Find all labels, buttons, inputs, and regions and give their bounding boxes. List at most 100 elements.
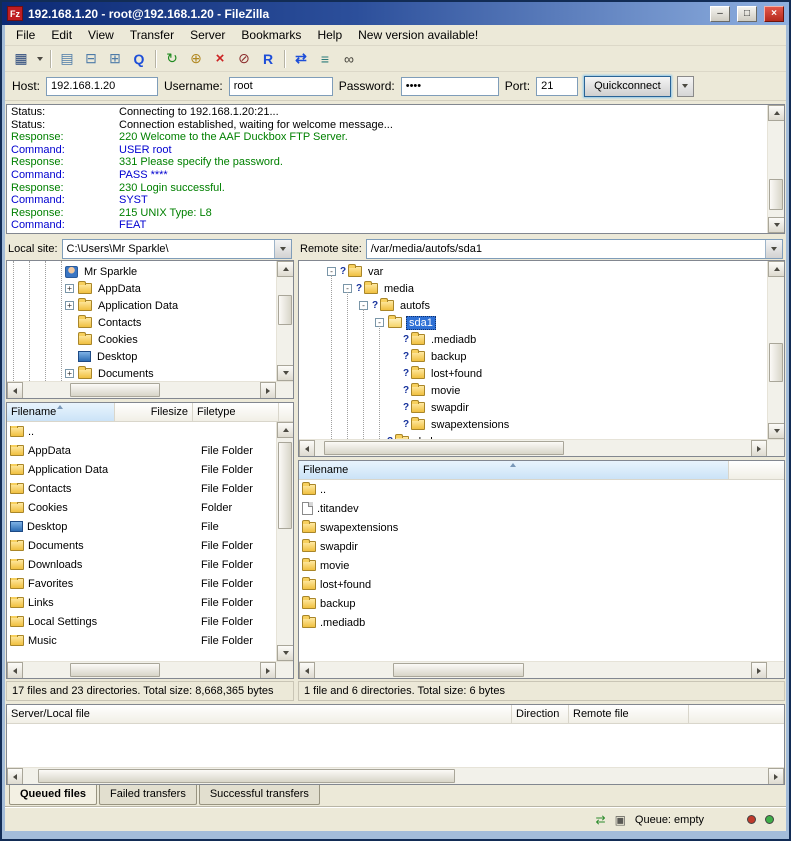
remote-list-horizontal-scrollbar[interactable]	[299, 661, 784, 678]
scroll-thumb[interactable]	[278, 442, 292, 529]
process-queue-button[interactable]: ⊕	[184, 48, 208, 70]
column-header-remote-file[interactable]: Remote file	[569, 705, 689, 724]
remote-tree-view[interactable]: -?var -?media -?autofs -sda1 ?.mediadb ?…	[299, 261, 767, 439]
close-button[interactable]: ×	[764, 6, 784, 22]
quickconnect-button[interactable]: Quickconnect	[584, 76, 671, 97]
find-files-button[interactable]: ∞	[337, 48, 361, 70]
expander-icon[interactable]: +	[65, 369, 74, 378]
remote-tree-horizontal-scrollbar[interactable]	[299, 439, 784, 456]
log-vertical-scrollbar[interactable]	[767, 105, 784, 233]
scroll-track[interactable]	[23, 768, 768, 784]
remote-tree-vertical-scrollbar[interactable]	[767, 261, 784, 439]
scroll-down-button[interactable]	[768, 423, 784, 439]
file-row-documents[interactable]: DocumentsFile Folder	[7, 536, 276, 555]
scroll-track[interactable]	[315, 440, 751, 456]
file-row-contacts[interactable]: ContactsFile Folder	[7, 479, 276, 498]
tree-item-sda1[interactable]: -sda1	[299, 314, 767, 331]
scroll-thumb[interactable]	[393, 663, 524, 677]
local-list-vertical-scrollbar[interactable]	[276, 422, 293, 661]
column-header-filesize[interactable]: Filesize	[115, 403, 193, 422]
site-manager-dropdown-button[interactable]	[33, 48, 46, 70]
file-row-favorites[interactable]: FavoritesFile Folder	[7, 574, 276, 593]
tree-item-mediadb[interactable]: ?.mediadb	[299, 331, 767, 348]
scroll-up-button[interactable]	[768, 261, 784, 277]
column-header-filetype[interactable]: Filetype	[193, 403, 279, 422]
quickconnect-dropdown-button[interactable]	[677, 76, 694, 97]
file-row-cookies[interactable]: CookiesFolder	[7, 498, 276, 517]
column-header-direction[interactable]: Direction	[512, 705, 569, 724]
file-row-music[interactable]: MusicFile Folder	[7, 631, 276, 650]
toggle-remote-tree-button[interactable]: ⊞	[103, 48, 127, 70]
scroll-track[interactable]	[768, 121, 784, 217]
tree-item-dvd[interactable]: ?dvd	[299, 433, 767, 439]
menu-edit[interactable]: Edit	[43, 25, 80, 45]
tab-successful-transfers[interactable]: Successful transfers	[199, 785, 320, 805]
local-tree-view[interactable]: Mr Sparkle +AppData +Application Data Co…	[7, 261, 276, 381]
tree-item-appdata[interactable]: +AppData	[7, 280, 276, 297]
queue-body[interactable]	[7, 724, 784, 767]
local-list-horizontal-scrollbar[interactable]	[7, 661, 293, 678]
tree-item-mr-sparkle[interactable]: Mr Sparkle	[7, 263, 276, 280]
file-row-updir[interactable]: ..	[7, 422, 276, 441]
menu-new-version[interactable]: New version available!	[350, 25, 486, 45]
local-tree-vertical-scrollbar[interactable]	[276, 261, 293, 381]
file-row-appdata[interactable]: AppDataFile Folder	[7, 441, 276, 460]
column-header-server-local-file[interactable]: Server/Local file	[7, 705, 512, 724]
local-tree-horizontal-scrollbar[interactable]	[7, 381, 293, 398]
toggle-queue-button[interactable]: Q	[127, 48, 151, 70]
file-row-swapextensions[interactable]: swapextensions	[299, 518, 784, 537]
file-row-links[interactable]: LinksFile Folder	[7, 593, 276, 612]
menu-help[interactable]: Help	[309, 25, 350, 45]
scroll-track[interactable]	[277, 438, 293, 645]
minimize-button[interactable]: –	[710, 6, 730, 22]
scroll-track[interactable]	[277, 277, 293, 365]
scroll-thumb[interactable]	[769, 343, 783, 382]
scroll-down-button[interactable]	[277, 645, 293, 661]
combo-dropdown-button[interactable]	[274, 240, 291, 258]
scroll-track[interactable]	[23, 382, 260, 398]
tree-item-media[interactable]: -?media	[299, 280, 767, 297]
scroll-thumb[interactable]	[769, 179, 783, 211]
scroll-up-button[interactable]	[277, 422, 293, 438]
file-row-backup[interactable]: backup	[299, 594, 784, 613]
file-row-movie[interactable]: movie	[299, 556, 784, 575]
tree-item-cookies[interactable]: Cookies	[7, 331, 276, 348]
scroll-track[interactable]	[315, 662, 751, 678]
scroll-left-button[interactable]	[299, 440, 315, 457]
scroll-thumb[interactable]	[38, 769, 455, 783]
file-row-titandev[interactable]: .titandev	[299, 499, 784, 518]
file-row-local-settings[interactable]: Local SettingsFile Folder	[7, 612, 276, 631]
tree-item-swapextensions[interactable]: ?swapextensions	[299, 416, 767, 433]
scroll-right-button[interactable]	[260, 662, 276, 679]
tree-item-swapdir[interactable]: ?swapdir	[299, 399, 767, 416]
remote-site-value[interactable]: /var/media/autofs/sda1	[367, 243, 765, 255]
scroll-right-button[interactable]	[751, 662, 767, 679]
tab-failed-transfers[interactable]: Failed transfers	[99, 785, 197, 805]
remote-site-combo[interactable]: /var/media/autofs/sda1	[366, 239, 783, 259]
menu-view[interactable]: View	[80, 25, 122, 45]
scroll-thumb[interactable]	[70, 663, 160, 677]
menu-bookmarks[interactable]: Bookmarks	[233, 25, 309, 45]
refresh-button[interactable]: ↻	[160, 48, 184, 70]
cancel-button[interactable]: ×	[208, 48, 232, 70]
scroll-left-button[interactable]	[7, 382, 23, 399]
toggle-local-tree-button[interactable]: ⊟	[79, 48, 103, 70]
scroll-track[interactable]	[768, 277, 784, 423]
scroll-left-button[interactable]	[7, 768, 23, 785]
scroll-up-button[interactable]	[768, 105, 785, 121]
maximize-button[interactable]: □	[737, 6, 757, 22]
file-row-application-data[interactable]: Application DataFile Folder	[7, 460, 276, 479]
directory-comparison-button[interactable]: ⇄	[289, 48, 313, 70]
scroll-up-button[interactable]	[277, 261, 293, 277]
scroll-right-button[interactable]	[260, 382, 276, 399]
file-row-lost-found[interactable]: lost+found	[299, 575, 784, 594]
tree-item-backup[interactable]: ?backup	[299, 348, 767, 365]
scroll-left-button[interactable]	[7, 662, 23, 679]
tree-item-application-data[interactable]: +Application Data	[7, 297, 276, 314]
site-manager-button[interactable]: ▦	[9, 48, 33, 70]
scroll-thumb[interactable]	[278, 295, 292, 325]
synchronized-browsing-button[interactable]: ≡	[313, 48, 337, 70]
tree-item-movie[interactable]: ?movie	[299, 382, 767, 399]
host-input[interactable]	[46, 77, 158, 96]
username-input[interactable]	[229, 77, 333, 96]
